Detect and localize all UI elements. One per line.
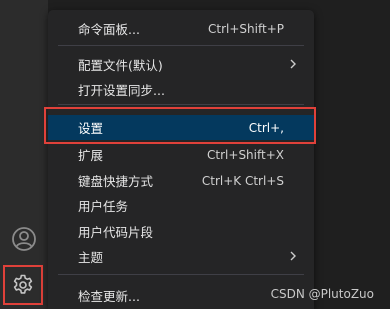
menu-item-label: 键盘快捷方式 [78, 174, 154, 189]
menu-item-extensions[interactable]: 扩展 Ctrl+Shift+X [48, 142, 314, 167]
menu-item-label: 扩展 [78, 148, 104, 163]
menu-item-keyboard-shortcuts[interactable]: 键盘快捷方式 Ctrl+K Ctrl+S [48, 168, 314, 193]
chevron-right-icon [290, 59, 296, 69]
menu-item-label: 命令面板... [78, 22, 140, 37]
menu-item-themes[interactable]: 主题 [48, 244, 314, 269]
menu-item-label: 用户代码片段 [78, 225, 154, 240]
menu-item-command-palette[interactable]: 命令面板... Ctrl+Shift+P [48, 16, 314, 41]
menu-item-settings-sync[interactable]: 打开设置同步... [48, 77, 314, 102]
gear-icon [13, 274, 33, 294]
menu-item-profiles[interactable]: 配置文件(默认) [48, 52, 314, 77]
menu-item-shortcut: Ctrl+Shift+P [208, 21, 284, 36]
menu-separator [58, 45, 304, 46]
menu-item-label: 配置文件(默认) [78, 58, 163, 73]
vscode-window: 命令面板... Ctrl+Shift+P 配置文件(默认) 打开设置同步... … [0, 0, 390, 309]
menu-item-label: 用户任务 [78, 199, 129, 214]
menu-item-shortcut: Ctrl+Shift+X [207, 147, 284, 162]
menu-item-label: 打开设置同步... [78, 83, 165, 98]
menu-item-label: 检查更新... [78, 289, 140, 304]
activity-bar [0, 0, 48, 309]
menu-item-label: 主题 [78, 250, 104, 265]
menu-item-shortcut: Ctrl+K Ctrl+S [201, 173, 284, 188]
chevron-right-icon [290, 251, 296, 261]
menu-item-user-snippets[interactable]: 用户代码片段 [48, 219, 314, 244]
annotation-highlight-box [44, 107, 316, 144]
menu-item-user-tasks[interactable]: 用户任务 [48, 193, 314, 218]
menu-separator [58, 274, 304, 275]
watermark: CSDN @PlutoZuo [270, 287, 374, 301]
manage-menu: 命令面板... Ctrl+Shift+P 配置文件(默认) 打开设置同步... … [48, 10, 314, 309]
account-icon[interactable] [0, 221, 48, 257]
manage-gear-button[interactable] [3, 265, 43, 305]
menu-separator [58, 104, 304, 105]
